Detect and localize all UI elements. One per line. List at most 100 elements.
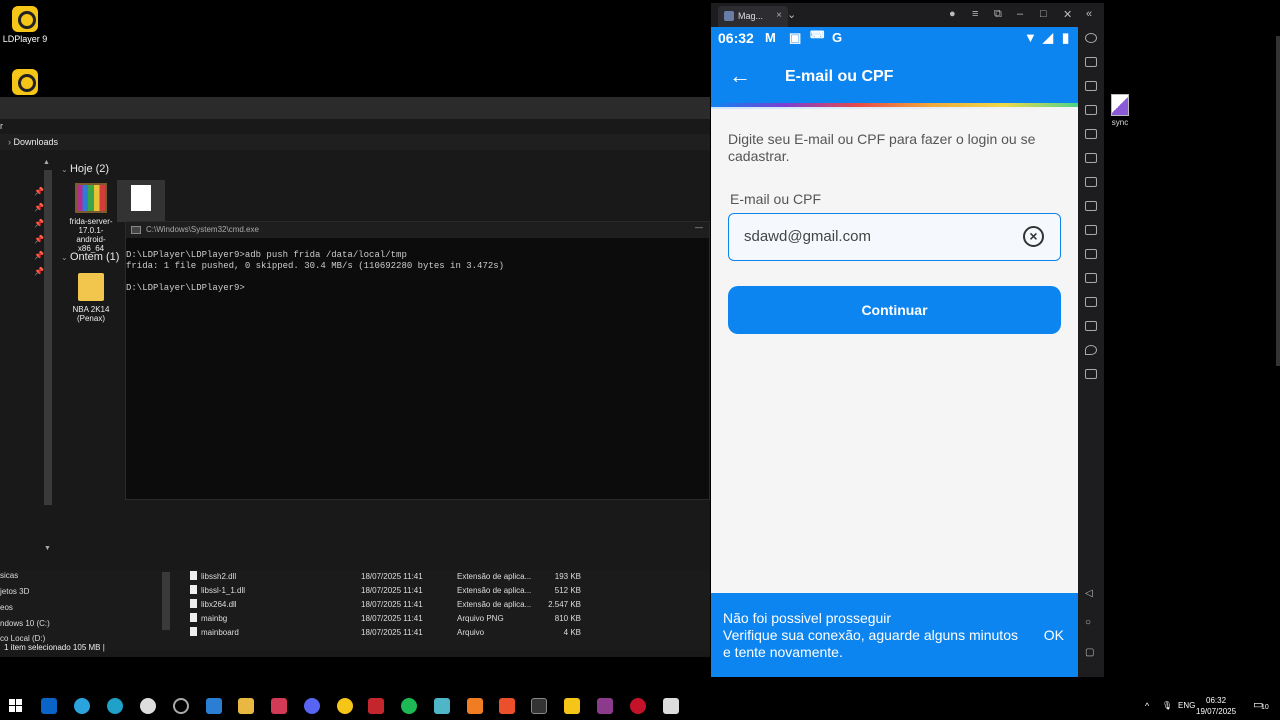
- app-icon[interactable]: [271, 698, 287, 714]
- table-row[interactable]: mainbg 18/07/2025 11:41 Arquivo PNG 810 …: [0, 612, 710, 626]
- app-icon[interactable]: [663, 698, 679, 714]
- close-icon[interactable]: ✕: [1063, 8, 1072, 21]
- continue-button[interactable]: Continuar: [728, 286, 1061, 334]
- back-arrow-icon[interactable]: ←: [729, 63, 751, 89]
- close-icon[interactable]: ×: [776, 10, 782, 21]
- obs-icon[interactable]: [173, 698, 189, 714]
- scroll-down-icon[interactable]: ▼: [44, 545, 51, 552]
- vscode-icon[interactable]: [206, 698, 222, 714]
- desktop-icon-ldplayer-multi[interactable]: [0, 69, 55, 95]
- email-field-value[interactable]: sdawd@gmail.com: [744, 228, 871, 245]
- minimize-icon[interactable]: –: [1017, 8, 1023, 20]
- apk-icon[interactable]: [1085, 273, 1097, 283]
- chevron-up-icon[interactable]: ^: [1145, 701, 1149, 711]
- google-icon: G: [832, 30, 843, 45]
- table-row[interactable]: libssh2.dll 18/07/2025 11:41 Extensão de…: [0, 570, 710, 584]
- cmd-window[interactable]: C:\Windows\System32\cmd.exe — D:\LDPlaye…: [125, 221, 710, 500]
- folder-item[interactable]: NBA 2K14 (Penax): [66, 273, 116, 323]
- breadcrumb[interactable]: › Downloads: [0, 134, 710, 150]
- restore-icon[interactable]: ⧉: [994, 8, 1002, 21]
- video-icon[interactable]: [1085, 249, 1097, 259]
- clear-icon[interactable]: ×: [1023, 226, 1044, 247]
- language-indicator[interactable]: ENG: [1178, 701, 1195, 710]
- desktop-icon-label: LDPlayer 9: [2, 34, 48, 44]
- recents-nav-icon[interactable]: ▢: [1085, 647, 1094, 658]
- home-nav-icon[interactable]: ○: [1085, 617, 1091, 628]
- app-bar: ← E-mail ou CPF: [711, 51, 1078, 106]
- terminal-icon[interactable]: [531, 698, 547, 714]
- ldplayer-sidebar: ◁ ○ ▢: [1078, 27, 1104, 677]
- xampp-icon[interactable]: [467, 698, 483, 714]
- robot-icon[interactable]: [1085, 201, 1097, 211]
- minimize-icon[interactable]: —: [695, 223, 703, 232]
- location-icon[interactable]: [1085, 345, 1097, 355]
- scissors-icon[interactable]: [1085, 225, 1097, 235]
- pin-icon: 📌: [34, 267, 44, 276]
- scroll-up-icon[interactable]: ▲: [43, 159, 50, 166]
- volume-down-icon[interactable]: [1085, 105, 1097, 115]
- discord-icon[interactable]: [304, 698, 320, 714]
- cmd-output[interactable]: D:\LDPlayer\LDPlayer9>adb push frida /da…: [126, 238, 709, 294]
- android-screen: 06:32 M ▣ ⌨ G ▼ ◢ ▮ ← E-mail ou CPF Digi…: [711, 27, 1078, 677]
- explorer-status-bar: 1 item selecionado 105 MB |: [4, 643, 105, 652]
- taskbar: ^ 🎙 ENG 06:32 19/07/2025 ▭ 10: [0, 692, 1280, 720]
- notification-count: 10: [1261, 704, 1269, 711]
- sync-icon[interactable]: [1085, 369, 1097, 379]
- edge-icon[interactable]: [107, 698, 123, 714]
- table-row[interactable]: libx264.dll 18/07/2025 11:41 Extensão de…: [0, 598, 710, 612]
- file-icon: [190, 585, 197, 594]
- pin-icon: 📌: [34, 235, 44, 244]
- file-item[interactable]: frida-server-17.0.1-android-x86_64: [66, 183, 116, 253]
- clock-time: 06:32: [1206, 696, 1227, 705]
- desktop-icon-sync[interactable]: sync: [1108, 94, 1132, 127]
- file-icon: [190, 571, 197, 580]
- menu-icon[interactable]: ≡: [972, 8, 978, 20]
- back-nav-icon[interactable]: ◁: [1085, 588, 1093, 599]
- email-field[interactable]: sdawd@gmail.com ×: [728, 213, 1061, 261]
- desktop-icon-ldplayer[interactable]: LDPlayer 9: [0, 6, 55, 44]
- file-item-selected[interactable]: [117, 180, 165, 222]
- shake-icon[interactable]: [1085, 297, 1097, 307]
- account-icon[interactable]: ●: [949, 8, 956, 20]
- winrar-icon: [75, 183, 107, 213]
- group-header-yesterday[interactable]: ⌄ Ontem (1): [61, 251, 119, 263]
- spotify-icon[interactable]: [401, 698, 417, 714]
- tab-app[interactable]: Mag... ×: [718, 6, 788, 27]
- ldplayer-icon[interactable]: [564, 698, 580, 714]
- email-field-label: E-mail ou CPF: [730, 191, 822, 207]
- group-header-today[interactable]: ⌄ Hoje (2): [61, 163, 109, 175]
- brave-icon[interactable]: [499, 698, 515, 714]
- volume-up-icon[interactable]: [1085, 81, 1097, 91]
- app-icon[interactable]: [337, 698, 353, 714]
- chevron-down-icon[interactable]: ⌄: [787, 8, 796, 21]
- outlook-icon[interactable]: [41, 698, 57, 714]
- table-row[interactable]: mainboard 18/07/2025 11:41 Arquivo 4 KB: [0, 626, 710, 640]
- maximize-icon[interactable]: □: [1040, 8, 1047, 20]
- screenshot-icon[interactable]: [1085, 129, 1097, 139]
- cmd-titlebar[interactable]: C:\Windows\System32\cmd.exe —: [126, 222, 709, 238]
- settings-icon[interactable]: [1085, 33, 1097, 43]
- record-icon[interactable]: [1085, 153, 1097, 163]
- android-status-bar: 06:32 M ▣ ⌨ G ▼ ◢ ▮: [711, 27, 1078, 51]
- windows-start-icon[interactable]: [9, 699, 23, 713]
- keyboard-icon[interactable]: [1085, 57, 1097, 67]
- winrar-icon[interactable]: [597, 698, 613, 714]
- voice-app-icon[interactable]: [368, 698, 384, 714]
- snackbar-ok-button[interactable]: OK: [1044, 627, 1064, 644]
- telegram-icon[interactable]: [74, 698, 90, 714]
- table-row[interactable]: libssl-1_1.dll 18/07/2025 11:41 Extensão…: [0, 584, 710, 598]
- microphone-icon[interactable]: 🎙: [1162, 701, 1172, 710]
- breadcrumb-downloads[interactable]: Downloads: [14, 137, 59, 147]
- gmail-icon: M: [765, 30, 776, 45]
- file-explorer-icon[interactable]: [238, 698, 254, 714]
- multi-window-icon[interactable]: [1085, 177, 1097, 187]
- app-icon[interactable]: [434, 698, 450, 714]
- folder-icon[interactable]: [1085, 321, 1097, 331]
- app-icon[interactable]: [140, 698, 156, 714]
- taskbar-clock[interactable]: 06:32 19/07/2025: [1196, 695, 1236, 717]
- ldplayer-icon: [12, 6, 38, 32]
- ldplayer-tabbar: Mag... × ⌄ ● ≡ ⧉ – □ ✕ «: [711, 3, 1104, 27]
- collapse-sidebar-icon[interactable]: «: [1086, 8, 1092, 20]
- media-player-icon[interactable]: [630, 698, 646, 714]
- nav-scrollbar[interactable]: [44, 170, 52, 505]
